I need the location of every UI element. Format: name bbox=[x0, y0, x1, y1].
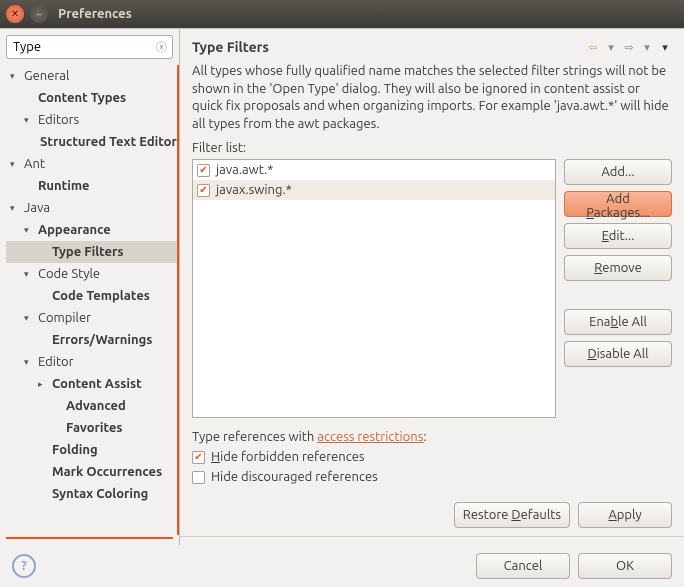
tree-item[interactable]: Syntax Coloring bbox=[6, 483, 177, 505]
dialog-button-bar: ? Cancel OK bbox=[0, 545, 684, 587]
tree-item-label: Content Types bbox=[36, 91, 126, 105]
tree-item[interactable]: Type Filters bbox=[6, 241, 177, 263]
help-icon[interactable]: ? bbox=[12, 554, 36, 578]
tree-item-label: Editors bbox=[36, 113, 79, 127]
tree-item[interactable]: Favorites bbox=[6, 417, 177, 439]
tree-item-label: Code Templates bbox=[50, 289, 150, 303]
expand-icon: ▾ bbox=[24, 357, 36, 368]
tree-item[interactable]: Runtime bbox=[6, 175, 177, 197]
tree-item-label: Ant bbox=[22, 157, 45, 171]
filter-list[interactable]: java.awt.* javax.swing.* bbox=[192, 159, 556, 418]
tree-item[interactable]: Folding bbox=[6, 439, 177, 461]
tree-item[interactable]: Structured Text Editors bbox=[6, 131, 177, 153]
tree-item[interactable]: Code Templates bbox=[6, 285, 177, 307]
tree-item-label: Structured Text Editors bbox=[38, 135, 179, 149]
expand-icon: ▾ bbox=[10, 203, 22, 214]
tree-item-label: Content Assist bbox=[50, 377, 142, 391]
tree-item[interactable]: Mark Occurrences bbox=[6, 461, 177, 483]
apply-button[interactable]: Apply bbox=[578, 502, 672, 528]
filter-item-label: javax.swing.* bbox=[216, 183, 292, 197]
minimize-icon[interactable]: – bbox=[30, 5, 48, 23]
access-restrictions-label: Type references with access restrictions… bbox=[192, 430, 672, 444]
back-menu-icon[interactable]: ▾ bbox=[604, 40, 618, 54]
page-title: Type Filters bbox=[192, 39, 269, 55]
expand-icon: ▾ bbox=[10, 159, 22, 170]
expand-icon: ▾ bbox=[24, 269, 36, 280]
checkbox-icon bbox=[192, 451, 205, 464]
expand-icon: ▾ bbox=[24, 115, 36, 126]
tree-item[interactable]: ▾General bbox=[6, 65, 177, 87]
hide-discouraged-checkbox[interactable]: Hide discouraged references bbox=[192, 470, 672, 484]
checkbox-icon bbox=[192, 471, 205, 484]
sidebar-divider bbox=[6, 537, 173, 539]
tree-item-label: Mark Occurrences bbox=[50, 465, 162, 479]
main-panel: Type Filters ⇦ ▾ ⇨ ▾ ▾ All types whose f… bbox=[180, 29, 684, 545]
view-menu-icon[interactable]: ▾ bbox=[658, 40, 672, 54]
tree-item[interactable]: ▾Code Style bbox=[6, 263, 177, 285]
tree-item[interactable]: ▸Content Assist bbox=[6, 373, 177, 395]
sidebar: ⓧ ▾GeneralContent Types▾EditorsStructure… bbox=[0, 29, 180, 545]
tree-item[interactable]: Errors/Warnings bbox=[6, 329, 177, 351]
header-toolbar: ⇦ ▾ ⇨ ▾ ▾ bbox=[586, 40, 672, 54]
tree-item-label: Errors/Warnings bbox=[50, 333, 152, 347]
add-packages-button[interactable]: Add Packages... bbox=[564, 191, 672, 217]
disable-all-button[interactable]: Disable All bbox=[564, 341, 672, 367]
tree-item-label: Appearance bbox=[36, 223, 111, 237]
checkbox-icon[interactable] bbox=[197, 184, 210, 197]
search-input[interactable] bbox=[6, 35, 173, 59]
hide-forbidden-checkbox[interactable]: Hide forbidden references bbox=[192, 450, 672, 464]
edit-button[interactable]: Edit... bbox=[564, 223, 672, 249]
tree-item[interactable]: ▾Compiler bbox=[6, 307, 177, 329]
preferences-tree[interactable]: ▾GeneralContent Types▾EditorsStructured … bbox=[6, 65, 179, 535]
clear-search-icon[interactable]: ⓧ bbox=[156, 39, 167, 55]
cancel-button[interactable]: Cancel bbox=[476, 553, 570, 579]
tree-item-label: Code Style bbox=[36, 267, 100, 281]
tree-item[interactable]: ▾Editor bbox=[6, 351, 177, 373]
expand-icon: ▸ bbox=[38, 379, 50, 390]
window-title: Preferences bbox=[58, 7, 132, 21]
tree-item-label: General bbox=[22, 69, 69, 83]
tree-item[interactable]: ▾Ant bbox=[6, 153, 177, 175]
tree-item-label: Folding bbox=[50, 443, 98, 457]
tree-item-label: Advanced bbox=[64, 399, 126, 413]
filter-item[interactable]: java.awt.* bbox=[193, 160, 555, 180]
expand-icon: ▾ bbox=[24, 225, 36, 236]
title-bar: ✕ – Preferences bbox=[0, 0, 684, 28]
tree-item[interactable]: ▾Java bbox=[6, 197, 177, 219]
tree-item[interactable]: Content Types bbox=[6, 87, 177, 109]
enable-all-button[interactable]: Enable All bbox=[564, 309, 672, 335]
tree-item-label: Favorites bbox=[64, 421, 123, 435]
ok-button[interactable]: OK bbox=[578, 553, 672, 579]
forward-icon[interactable]: ⇨ bbox=[622, 40, 636, 54]
filter-item-label: java.awt.* bbox=[216, 163, 273, 177]
description-text: All types whose fully qualified name mat… bbox=[192, 63, 672, 133]
tree-item[interactable]: ▾Appearance bbox=[6, 219, 177, 241]
tree-item-label: Runtime bbox=[36, 179, 90, 193]
tree-item-label: Compiler bbox=[36, 311, 91, 325]
filter-item[interactable]: javax.swing.* bbox=[193, 180, 555, 200]
remove-button[interactable]: Remove bbox=[564, 255, 672, 281]
tree-item-label: Syntax Coloring bbox=[50, 487, 148, 501]
filter-list-label: Filter list: bbox=[192, 141, 672, 155]
tree-item-label: Editor bbox=[36, 355, 74, 369]
footer-separator bbox=[180, 536, 684, 537]
add-button[interactable]: Add... bbox=[564, 159, 672, 185]
tree-item[interactable]: Advanced bbox=[6, 395, 177, 417]
access-restrictions-link[interactable]: access restrictions bbox=[317, 430, 423, 444]
tree-item-label: Type Filters bbox=[50, 245, 124, 259]
restore-defaults-button[interactable]: Restore Defaults bbox=[454, 502, 570, 528]
tree-item-label: Java bbox=[22, 201, 50, 215]
close-icon[interactable]: ✕ bbox=[6, 5, 24, 23]
forward-menu-icon[interactable]: ▾ bbox=[640, 40, 654, 54]
expand-icon: ▾ bbox=[24, 313, 36, 324]
tree-item[interactable]: ▾Editors bbox=[6, 109, 177, 131]
back-icon[interactable]: ⇦ bbox=[586, 40, 600, 54]
expand-icon: ▾ bbox=[10, 71, 22, 82]
checkbox-icon[interactable] bbox=[197, 164, 210, 177]
